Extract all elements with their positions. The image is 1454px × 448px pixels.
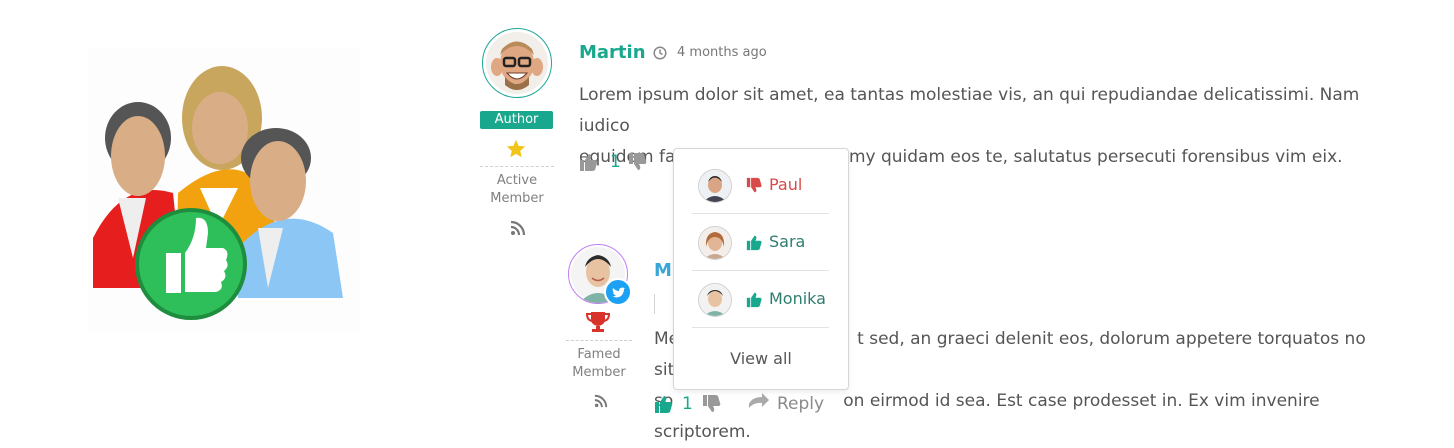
divider: [654, 294, 655, 314]
like-count[interactable]: 1: [610, 152, 621, 172]
like-count[interactable]: 1: [682, 394, 693, 414]
member-rank: Active Member: [490, 173, 544, 206]
comment-author-name[interactable]: Martin: [579, 42, 646, 63]
reply-icon[interactable]: [748, 392, 770, 412]
divider: [480, 166, 554, 167]
users-thumbs-up-illustration: [88, 48, 360, 332]
thumbs-up-icon[interactable]: [579, 152, 599, 172]
voter-avatar: [698, 283, 732, 317]
member-rank: Famed Member: [572, 347, 626, 380]
thumbs-down-icon: [746, 177, 763, 194]
divider: [566, 340, 632, 341]
thumbs-up-icon[interactable]: [654, 394, 674, 414]
voter-row[interactable]: Paul: [692, 157, 829, 214]
voter-avatar: [698, 169, 732, 203]
clock-icon: [653, 45, 667, 60]
trophy-icon: [585, 311, 611, 333]
thumbs-down-icon[interactable]: [702, 394, 722, 414]
thumbs-down-icon[interactable]: [628, 152, 648, 172]
voter-row[interactable]: Sara: [692, 214, 829, 271]
thumbs-up-icon: [746, 234, 763, 251]
view-all-link[interactable]: View all: [674, 349, 848, 368]
voter-row[interactable]: Monika: [692, 271, 829, 328]
reply-button[interactable]: Reply: [777, 394, 824, 414]
rss-icon[interactable]: [510, 220, 526, 236]
rss-icon[interactable]: [594, 393, 608, 408]
voter-avatar: [698, 226, 732, 260]
author-avatar[interactable]: [482, 28, 552, 98]
twitter-icon: [604, 278, 632, 306]
voter-name: Paul: [769, 175, 803, 194]
comment-author-name[interactable]: M: [654, 260, 672, 281]
voters-popup: Paul Sara Monika View all: [673, 148, 849, 390]
voter-name: Monika: [769, 289, 826, 308]
comment-time[interactable]: 4 months ago: [677, 45, 767, 60]
voter-name: Sara: [769, 232, 806, 251]
thumbs-up-icon: [746, 291, 763, 308]
star-icon: [505, 138, 527, 160]
author-badge: Author: [480, 111, 553, 129]
